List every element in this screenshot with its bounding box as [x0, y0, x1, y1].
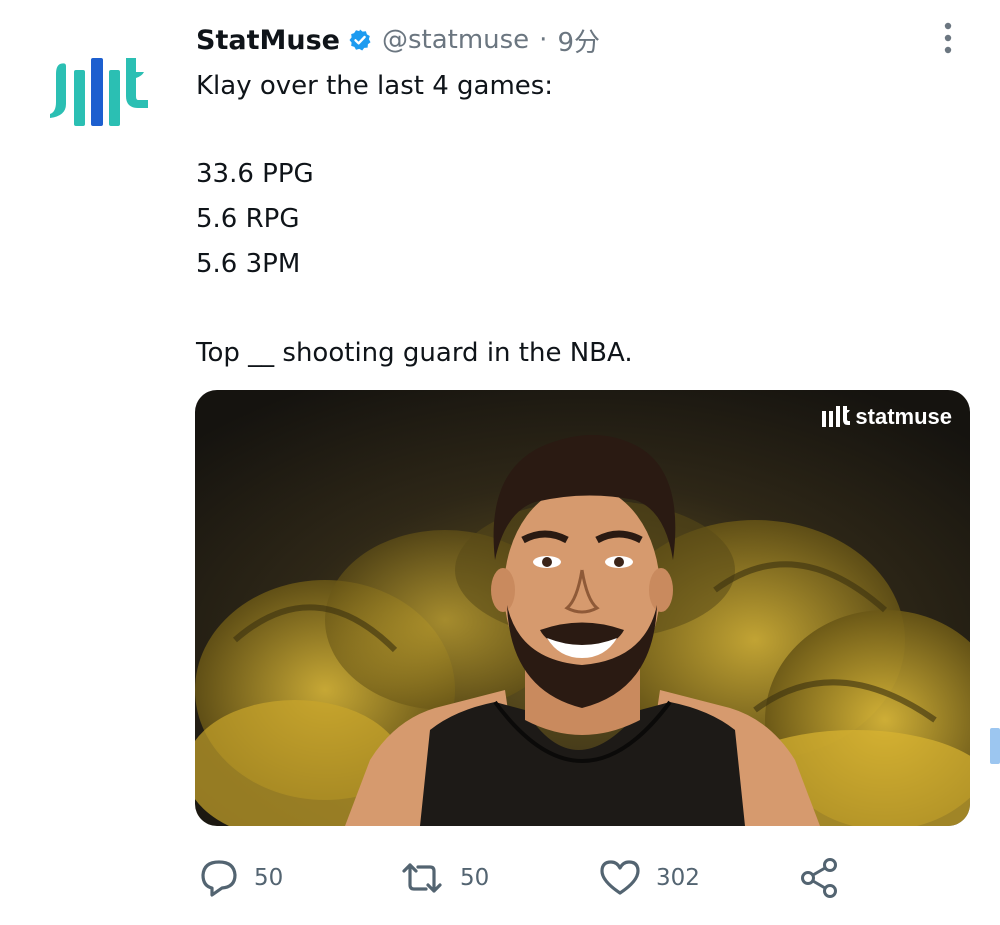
like-count: 302 [656, 865, 700, 891]
like-button[interactable]: 302 [598, 850, 700, 906]
tweet-text-line: 33.6 PPG [196, 159, 314, 189]
statmuse-logo-icon [50, 58, 148, 126]
tweet-text-line: Klay over the last 4 games: [196, 71, 554, 101]
reply-button[interactable]: 50 [198, 850, 283, 906]
tweet-time[interactable]: 9分 [557, 22, 600, 59]
heart-icon [600, 860, 640, 895]
reply-count: 50 [254, 865, 284, 891]
statmuse-avatar[interactable] [46, 56, 154, 130]
tweet-text-line: Top __ shooting guard in the NBA. [196, 338, 633, 368]
statmuse-watermark: statmuse [821, 404, 952, 430]
separator-dot: · [539, 25, 548, 55]
watermark-text: statmuse [855, 404, 952, 429]
retweet-icon [402, 863, 442, 893]
tweet-text-line: 5.6 3PM [196, 249, 301, 279]
retweet-button[interactable]: 50 [398, 850, 489, 906]
share-button[interactable] [798, 850, 842, 906]
reply-icon [201, 860, 237, 897]
verified-badge-icon [349, 29, 371, 51]
retweet-count: 50 [460, 865, 490, 891]
player-illustration [195, 390, 970, 826]
tweet-header: StatMuse @statmuse · 9分 [196, 22, 600, 58]
author-handle[interactable]: @statmuse [382, 25, 529, 55]
author-name[interactable]: StatMuse [196, 25, 340, 56]
tweet-text-line: 5.6 RPG [196, 204, 300, 234]
share-icon [801, 858, 837, 898]
more-options-button[interactable] [933, 18, 963, 58]
more-vertical-icon [944, 22, 952, 54]
statmuse-mini-logo-icon [822, 406, 851, 427]
tweet-actions: 50 50 302 [0, 850, 1000, 908]
scroll-indicator [990, 728, 1000, 764]
tweet-media-image[interactable]: statmuse [195, 390, 970, 826]
